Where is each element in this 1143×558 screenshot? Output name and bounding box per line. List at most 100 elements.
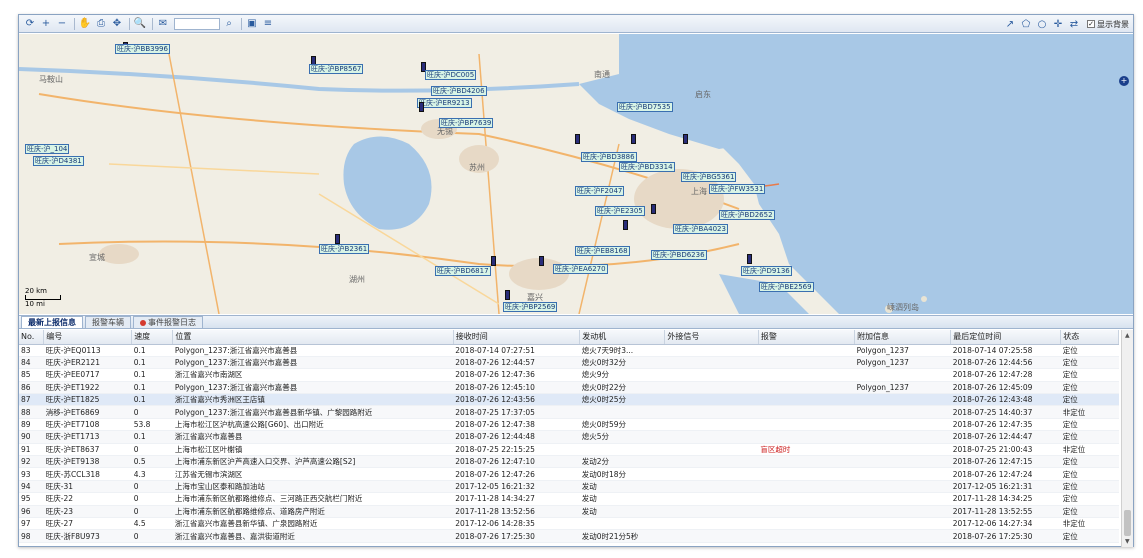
vehicle-marker-icon[interactable] xyxy=(623,220,628,230)
table-row[interactable]: 95 旺庆-22 0 上海市浦东新区航都路维修点、三河路正西交航栏门附近 2017-11… xyxy=(19,492,1119,506)
map-expand-icon[interactable]: + xyxy=(1119,76,1129,86)
circle-icon[interactable]: ○ xyxy=(1035,17,1049,31)
layers-icon[interactable]: ≡ xyxy=(261,17,275,31)
table-cell: 发动 xyxy=(579,505,665,518)
scroll-thumb[interactable] xyxy=(1124,510,1131,536)
search-icon[interactable]: ⌕ xyxy=(222,17,236,31)
table-row[interactable]: 84 旺庆-沪ER2121 0.1 Polygon_1237:浙江省嘉兴市嘉善县 201… xyxy=(19,356,1119,370)
print-icon[interactable]: ⎙ xyxy=(94,17,108,31)
mail-icon[interactable]: ✉ xyxy=(156,17,170,31)
column-header[interactable]: 发动机 xyxy=(579,330,666,345)
vehicle-marker-icon[interactable] xyxy=(575,134,580,144)
vehicle-label[interactable]: 旺庆-沪EA6270 xyxy=(553,264,608,274)
table-row[interactable]: 87 旺庆-沪ET1825 0.1 浙江省嘉兴市秀洲区王店镇 2018-07-26 12… xyxy=(19,393,1119,407)
vehicle-label[interactable]: 旺庆-沪BD6236 xyxy=(651,250,707,260)
tab-alarm-vehicles[interactable]: 报警车辆 xyxy=(85,316,131,328)
column-header[interactable]: 编号 xyxy=(43,330,133,345)
vehicle-marker-icon[interactable] xyxy=(683,134,688,144)
vehicle-label[interactable]: 旺庆-沪BP7639 xyxy=(439,118,494,128)
vehicle-label[interactable]: 旺庆-沪ER9213 xyxy=(417,98,472,108)
vehicle-marker-icon[interactable] xyxy=(505,290,510,300)
map-view[interactable]: 马鞍山 无锡 苏州 上海 宣城 湖州 嘉兴 启东 南通 嵊泗列岛 旺庆-沪BB3… xyxy=(19,34,1133,314)
move-icon[interactable]: ✥ xyxy=(110,17,124,31)
column-header[interactable]: 附加信息 xyxy=(854,330,952,345)
vehicle-label[interactable]: 旺庆-沪BA4023 xyxy=(673,224,728,234)
scroll-down-icon[interactable]: ▼ xyxy=(1125,538,1130,545)
vehicle-label[interactable]: 旺庆-沪F2047 xyxy=(575,186,625,196)
vehicle-marker-icon[interactable] xyxy=(335,234,340,244)
vehicle-label[interactable]: 旺庆-沪BB3996 xyxy=(115,44,170,54)
vehicle-marker-icon[interactable] xyxy=(419,102,424,112)
table-row[interactable]: 86 旺庆-沪ET1922 0.1 Polygon_1237:浙江省嘉兴市嘉善县 201… xyxy=(19,381,1119,395)
table-cell: 0 xyxy=(131,505,173,518)
scroll-up-icon[interactable]: ▲ xyxy=(1125,332,1130,339)
table-cell: 2017-12-05 16:21:31 xyxy=(950,480,1061,494)
table-row[interactable]: 92 旺庆-沪ET9138 0.5 上海市浦东新区沪芦高速入口交界、沪芦高速公路[S2… xyxy=(19,455,1119,469)
vehicle-marker-icon[interactable] xyxy=(747,254,752,264)
table-row[interactable]: 83 旺庆-沪EQ0113 0.1 Polygon_1237:浙江省嘉兴市嘉善县 201… xyxy=(19,344,1119,357)
table-row[interactable]: 94 旺庆-31 0 上海市宝山区泰和路加油站 2017-12-05 16:21:32 发… xyxy=(19,480,1119,494)
vehicle-label[interactable]: 旺庆-沪BD3886 xyxy=(581,152,637,162)
table-row[interactable]: 89 旺庆-沪ET7108 53.8 上海市松江区沪杭高速公路[G60]、出口附近 20… xyxy=(19,418,1119,432)
tab-latest-report[interactable]: 最新上报信息 xyxy=(21,316,83,328)
save-icon[interactable]: ▣ xyxy=(245,17,259,31)
table-row[interactable]: 97 旺庆-27 4.5 浙江省嘉兴市嘉善县新华镇、广泉园路附近 2017-12-06 … xyxy=(19,517,1119,531)
vehicle-label[interactable]: 旺庆-沪_104 xyxy=(25,144,70,154)
vehicle-label[interactable]: 旺庆-沪EB8168 xyxy=(575,246,630,256)
column-header[interactable]: 速度 xyxy=(131,330,174,345)
table-row[interactable]: 90 旺庆-沪ET1713 0.1 浙江省嘉兴市嘉善县 2018-07-26 12:44… xyxy=(19,430,1119,444)
table-cell: 2018-07-26 12:47:38 xyxy=(453,418,580,432)
show-background-toggle[interactable]: ✓ 显示背景 xyxy=(1087,19,1129,30)
vehicle-label[interactable]: 旺庆-沪DC005 xyxy=(425,70,477,80)
vehicle-label[interactable]: 旺庆-沪BD4206 xyxy=(431,86,487,96)
table-row[interactable]: 88 消移-沪ET6869 0 Polygon_1237:浙江省嘉兴市嘉善县新华镇、广… xyxy=(19,405,1119,419)
vehicle-marker-icon[interactable] xyxy=(651,204,656,214)
pan-hand-icon[interactable]: ✋ xyxy=(78,17,92,31)
table-cell: 0.1 xyxy=(131,356,173,370)
vehicle-label[interactable]: 旺庆-沪BP8567 xyxy=(309,64,364,74)
vehicle-label[interactable]: 旺庆-沪BD7535 xyxy=(617,102,673,112)
refresh-icon[interactable]: ⟳ xyxy=(23,17,37,31)
table-row[interactable]: 91 旺庆-沪ET8637 0 上海市松江区叶榭镇 2018-07-25 22:15:2… xyxy=(19,443,1119,457)
zoom-in-icon[interactable]: + xyxy=(39,17,53,31)
vehicle-marker-icon[interactable] xyxy=(491,256,496,266)
vehicle-label[interactable]: 旺庆-沪D4381 xyxy=(33,156,84,166)
table-cell xyxy=(664,405,759,419)
vehicle-label[interactable]: 旺庆-沪BP2569 xyxy=(503,302,558,312)
route-icon[interactable]: ⇄ xyxy=(1067,17,1081,31)
table-scrollbar[interactable]: ▲ ▼ xyxy=(1121,330,1133,547)
column-header[interactable]: 报警 xyxy=(758,330,856,345)
vehicle-label[interactable]: 旺庆-沪FW3531 xyxy=(709,184,766,194)
checkbox-checked-icon[interactable]: ✓ xyxy=(1087,20,1095,28)
vehicle-label[interactable]: 旺庆-沪BD3314 xyxy=(619,162,675,172)
column-header[interactable]: 位置 xyxy=(172,330,454,345)
vehicle-label[interactable]: 旺庆-沪BG5361 xyxy=(681,172,737,182)
column-header[interactable]: 外接信号 xyxy=(664,330,759,345)
zoom-out-icon[interactable]: − xyxy=(55,17,69,31)
vehicle-label[interactable]: 旺庆-沪BD6817 xyxy=(435,266,491,276)
table-cell: 浙江省嘉兴市嘉善县 xyxy=(172,430,454,444)
tab-event-alarm-log[interactable]: 事件报警日志 xyxy=(133,316,203,328)
crosshair-icon[interactable]: ✛ xyxy=(1051,17,1065,31)
table-cell: 发动0时21分5秒 xyxy=(579,529,665,543)
vehicle-label[interactable]: 旺庆-沪BE2569 xyxy=(759,282,814,292)
table-row[interactable]: 93 旺庆-苏CCL318 4.3 江苏省无锡市滨湖区 2018-07-26 12:47… xyxy=(19,467,1119,481)
vehicle-label[interactable]: 旺庆-沪BD2652 xyxy=(719,210,775,220)
column-header[interactable]: 接收时间 xyxy=(453,330,581,345)
vehicle-label[interactable]: 旺庆-沪B2361 xyxy=(319,244,370,254)
polygon-icon[interactable]: ⬠ xyxy=(1019,17,1033,31)
table-cell: Polygon_1237 xyxy=(854,381,951,395)
table-row[interactable]: 85 旺庆-沪EE0717 0.1 浙江省嘉兴市南湖区 2018-07-26 12:47… xyxy=(19,368,1119,382)
vehicle-marker-icon[interactable] xyxy=(539,256,544,266)
magnifier-icon[interactable]: 🔍 xyxy=(133,17,147,31)
measure-icon[interactable]: ↗ xyxy=(1003,17,1017,31)
table-row[interactable]: 98 旺庆-浙F8U973 0 浙江省嘉兴市嘉善县、嘉洪街道附近 2018-07-26 … xyxy=(19,529,1119,543)
search-input[interactable] xyxy=(174,17,220,30)
vehicle-marker-icon[interactable] xyxy=(631,134,636,144)
vehicle-label[interactable]: 旺庆-沪E2305 xyxy=(595,206,645,216)
column-header[interactable]: 最后定位时间 xyxy=(950,330,1062,345)
column-header[interactable]: No. xyxy=(19,330,45,345)
vehicle-label[interactable]: 旺庆-沪D9136 xyxy=(741,266,792,276)
column-header[interactable]: 状态 xyxy=(1060,330,1119,345)
table-row[interactable]: 96 旺庆-23 0 上海市浦东新区航都路维修点、道路房产附近 2017-11-28 1… xyxy=(19,505,1119,518)
